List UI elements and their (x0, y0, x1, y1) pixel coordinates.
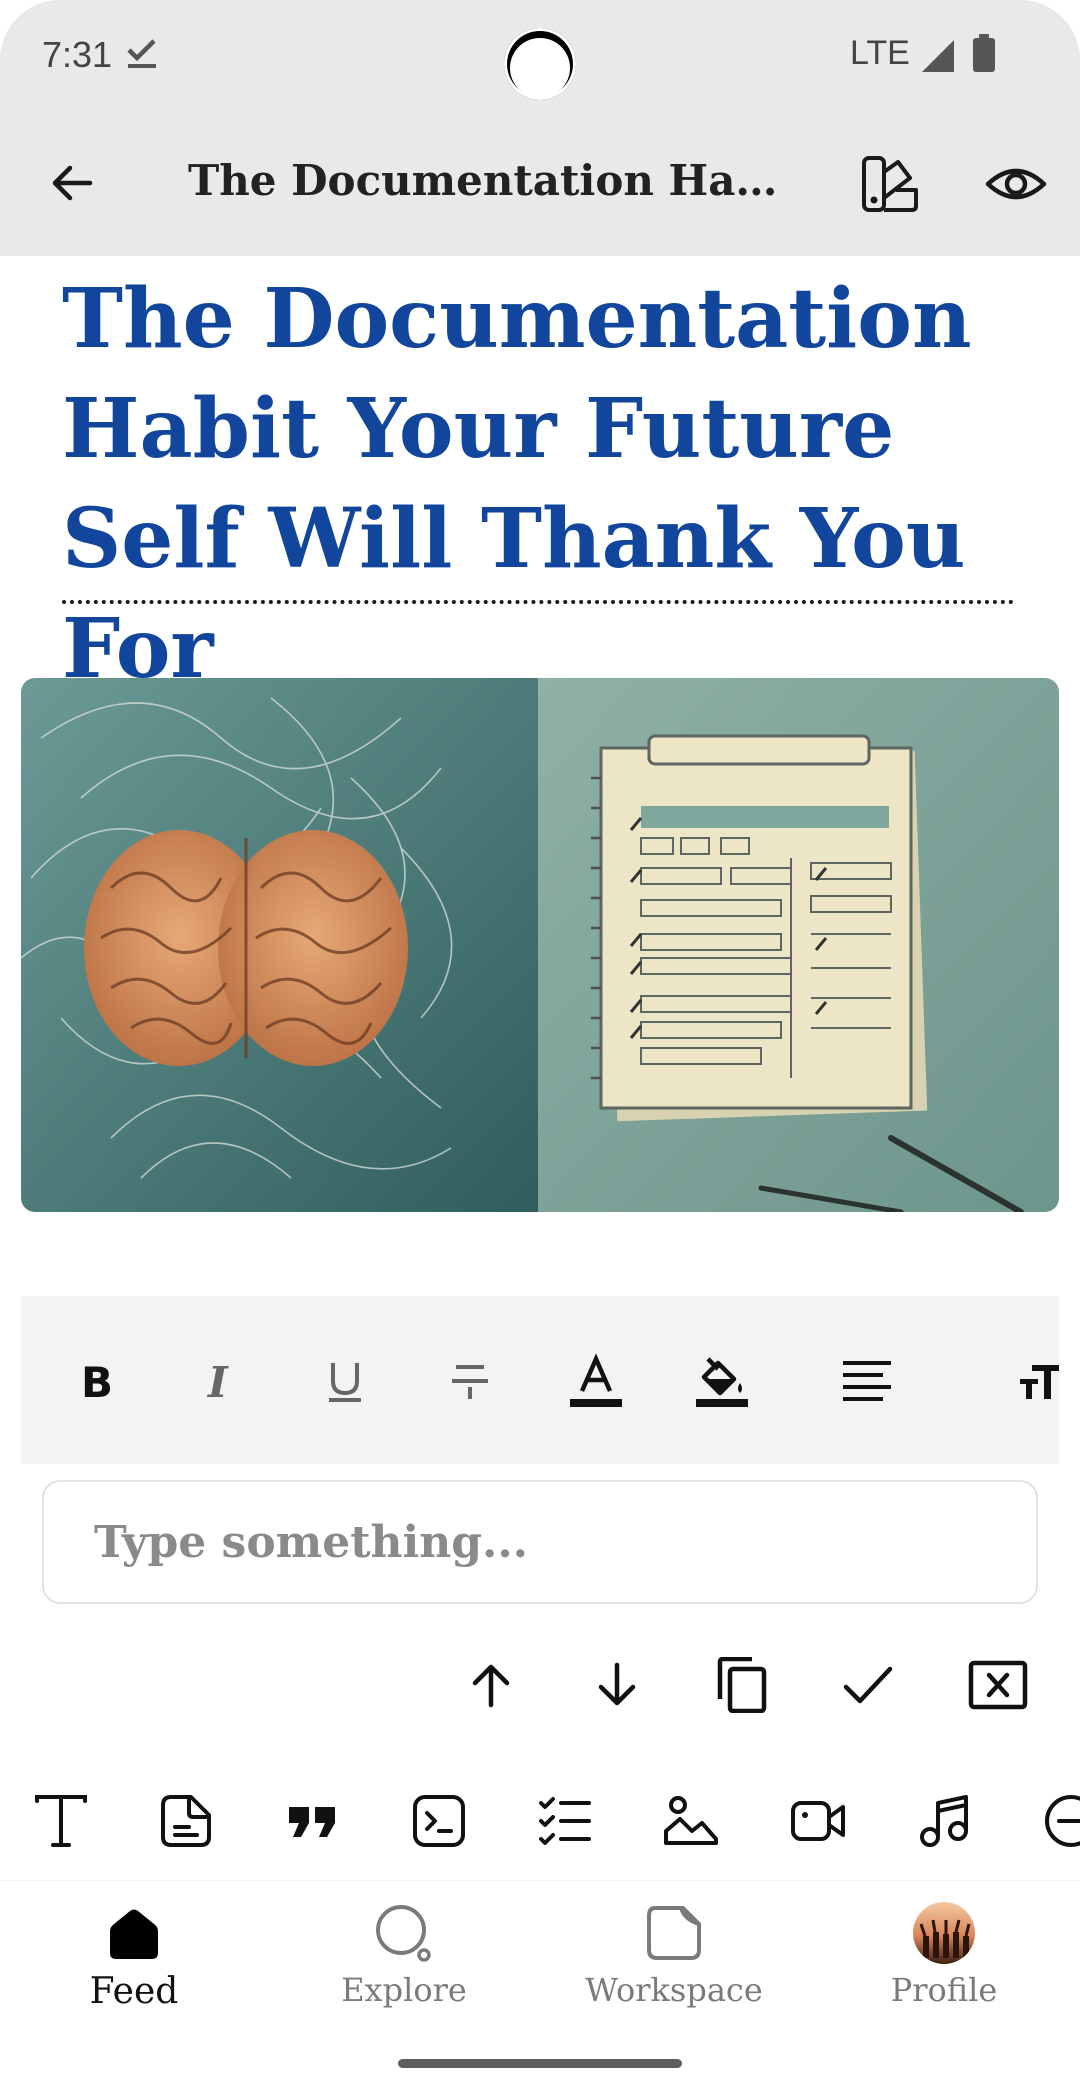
video-block-icon (791, 1801, 845, 1841)
highlight-color-button[interactable] (687, 1346, 757, 1416)
nav-feed[interactable]: Feed (4, 1901, 264, 2021)
block-text-input[interactable] (42, 1480, 1038, 1604)
insert-audio-button[interactable] (909, 1786, 979, 1856)
text-color-icon (570, 1353, 622, 1407)
duplicate-button[interactable] (707, 1650, 777, 1720)
image-block-icon (664, 1796, 718, 1845)
swatch-icon (862, 156, 918, 212)
arrow-down-icon (598, 1662, 636, 1706)
title-divider (62, 600, 1014, 604)
confirm-button[interactable] (833, 1650, 903, 1720)
nav-workspace[interactable]: Workspace (544, 1901, 804, 2021)
copy-icon (717, 1657, 767, 1713)
text-size-icon (1020, 1365, 1059, 1399)
eye-icon (985, 168, 1047, 200)
home-indicator[interactable] (398, 2059, 682, 2068)
svg-text:B: B (81, 1358, 113, 1405)
insert-divider-button[interactable] (1036, 1786, 1080, 1856)
quote-block-icon (289, 1807, 335, 1837)
highlight-color-icon (696, 1357, 748, 1407)
align-left-icon (843, 1361, 891, 1401)
text-size-button[interactable] (1007, 1346, 1059, 1416)
note-block-icon (161, 1795, 211, 1847)
nav-profile[interactable]: Profile (814, 1901, 1074, 2021)
code-block-icon (413, 1795, 465, 1847)
insert-image-button[interactable] (656, 1786, 726, 1856)
checkmark-notification-icon (126, 36, 158, 74)
status-bar: 7:31 LTE (0, 0, 1080, 110)
preview-button[interactable] (984, 152, 1048, 216)
insert-quote-button[interactable] (278, 1786, 348, 1856)
check-icon (843, 1666, 893, 1704)
bold-icon: B (81, 1358, 113, 1405)
back-button[interactable] (44, 155, 100, 211)
delete-block-button[interactable] (960, 1650, 1036, 1720)
nav-explore[interactable]: Explore (274, 1901, 534, 2021)
article-title[interactable]: The Documentation Habit Your Future Self… (62, 264, 1042, 704)
close-box-icon (968, 1660, 1028, 1710)
move-up-button[interactable] (456, 1650, 526, 1720)
move-down-button[interactable] (582, 1650, 652, 1720)
strikethrough-icon (452, 1365, 488, 1399)
arrow-back-icon (52, 165, 93, 201)
text-block-icon (35, 1795, 87, 1847)
app-bar-title: The Documentation Habi... (188, 156, 788, 205)
insert-video-button[interactable] (783, 1786, 853, 1856)
italic-button[interactable]: I (185, 1346, 255, 1416)
insert-text-button[interactable] (26, 1786, 96, 1856)
status-time: 7:31 (42, 34, 113, 75)
svg-text:I: I (207, 1358, 229, 1405)
battery-icon (972, 34, 996, 78)
align-left-button[interactable] (832, 1346, 902, 1416)
text-color-button[interactable] (561, 1346, 631, 1416)
arrow-up-icon (472, 1664, 510, 1708)
nav-profile-label: Profile (890, 1971, 998, 2009)
brain-and-notebook-illustration (21, 678, 1059, 1212)
insert-block-toolbar (0, 1760, 1080, 1884)
home-icon (102, 1901, 166, 1965)
audio-block-icon (920, 1795, 968, 1847)
nav-workspace-label: Workspace (585, 1971, 763, 2009)
strikethrough-button[interactable] (435, 1346, 505, 1416)
document-icon (642, 1901, 706, 1965)
avatar (913, 1902, 975, 1964)
nav-feed-label: Feed (89, 1971, 179, 2012)
app-bar: The Documentation Habi... (0, 110, 1080, 256)
insert-note-button[interactable] (152, 1786, 222, 1856)
formatting-toolbar: B I (21, 1296, 1059, 1464)
insert-checklist-button[interactable] (530, 1786, 600, 1856)
camera-cutout (504, 28, 576, 100)
underline-icon (329, 1363, 361, 1402)
article-cover-image[interactable] (21, 678, 1059, 1212)
underline-button[interactable] (310, 1346, 380, 1416)
theme-button[interactable] (858, 152, 922, 216)
bold-button[interactable]: B (60, 1346, 130, 1416)
checklist-block-icon (539, 1797, 591, 1845)
signal-icon (920, 38, 956, 78)
divider-block-icon (1045, 1795, 1080, 1847)
italic-icon: I (207, 1358, 229, 1405)
bottom-navigation: Feed Explore Workspace Profile (0, 1880, 1080, 2092)
insert-code-button[interactable] (404, 1786, 474, 1856)
network-type: LTE (850, 34, 910, 72)
nav-explore-label: Explore (341, 1971, 467, 2009)
search-icon (372, 1901, 436, 1965)
